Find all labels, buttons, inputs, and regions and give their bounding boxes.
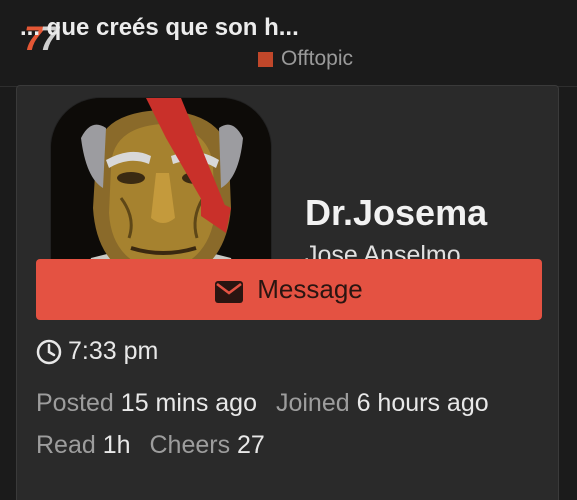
stat-posted-label: Posted <box>36 389 114 417</box>
stat-joined-value: 6 hours ago <box>356 389 489 417</box>
topic-title[interactable]: ... que creés que son h... <box>20 14 299 42</box>
stats-row-engagement: Read 1h Cheers 27 <box>36 431 277 460</box>
user-card: Dr.Josema Jose Anselmo Message 7:33 pm P… <box>16 85 559 500</box>
stat-cheers-label: Cheers <box>149 431 231 459</box>
category-swatch <box>258 51 273 67</box>
stat-posted-value: 15 mins ago <box>120 389 257 417</box>
stat-joined: Joined 6 hours ago <box>276 389 489 417</box>
stat-posted: Posted 15 mins ago <box>36 389 264 417</box>
category-label: Offtopic <box>281 47 353 70</box>
local-time-value: 7:33 pm <box>68 337 159 365</box>
message-button[interactable]: Message <box>36 259 542 320</box>
topic-category[interactable]: Offtopic <box>258 47 353 71</box>
username[interactable]: Dr.Josema <box>305 191 487 235</box>
stat-read: Read 1h <box>36 431 137 459</box>
clock-icon <box>36 339 62 365</box>
stats-row-activity: Posted 15 mins ago Joined 6 hours ago <box>36 389 501 418</box>
stat-read-label: Read <box>36 431 96 459</box>
local-time: 7:33 pm <box>36 337 158 366</box>
stat-read-value: 1h <box>102 431 131 459</box>
stat-cheers: Cheers 27 <box>149 431 264 459</box>
page: 77 ... que creés que son h... Offtopic D… <box>0 0 577 500</box>
envelope-icon <box>215 279 244 303</box>
topic-header: 77 ... que creés que son h... Offtopic <box>0 0 577 85</box>
stat-cheers-value: 27 <box>237 431 265 459</box>
message-button-label: Message <box>257 274 363 304</box>
stat-joined-label: Joined <box>275 389 350 417</box>
